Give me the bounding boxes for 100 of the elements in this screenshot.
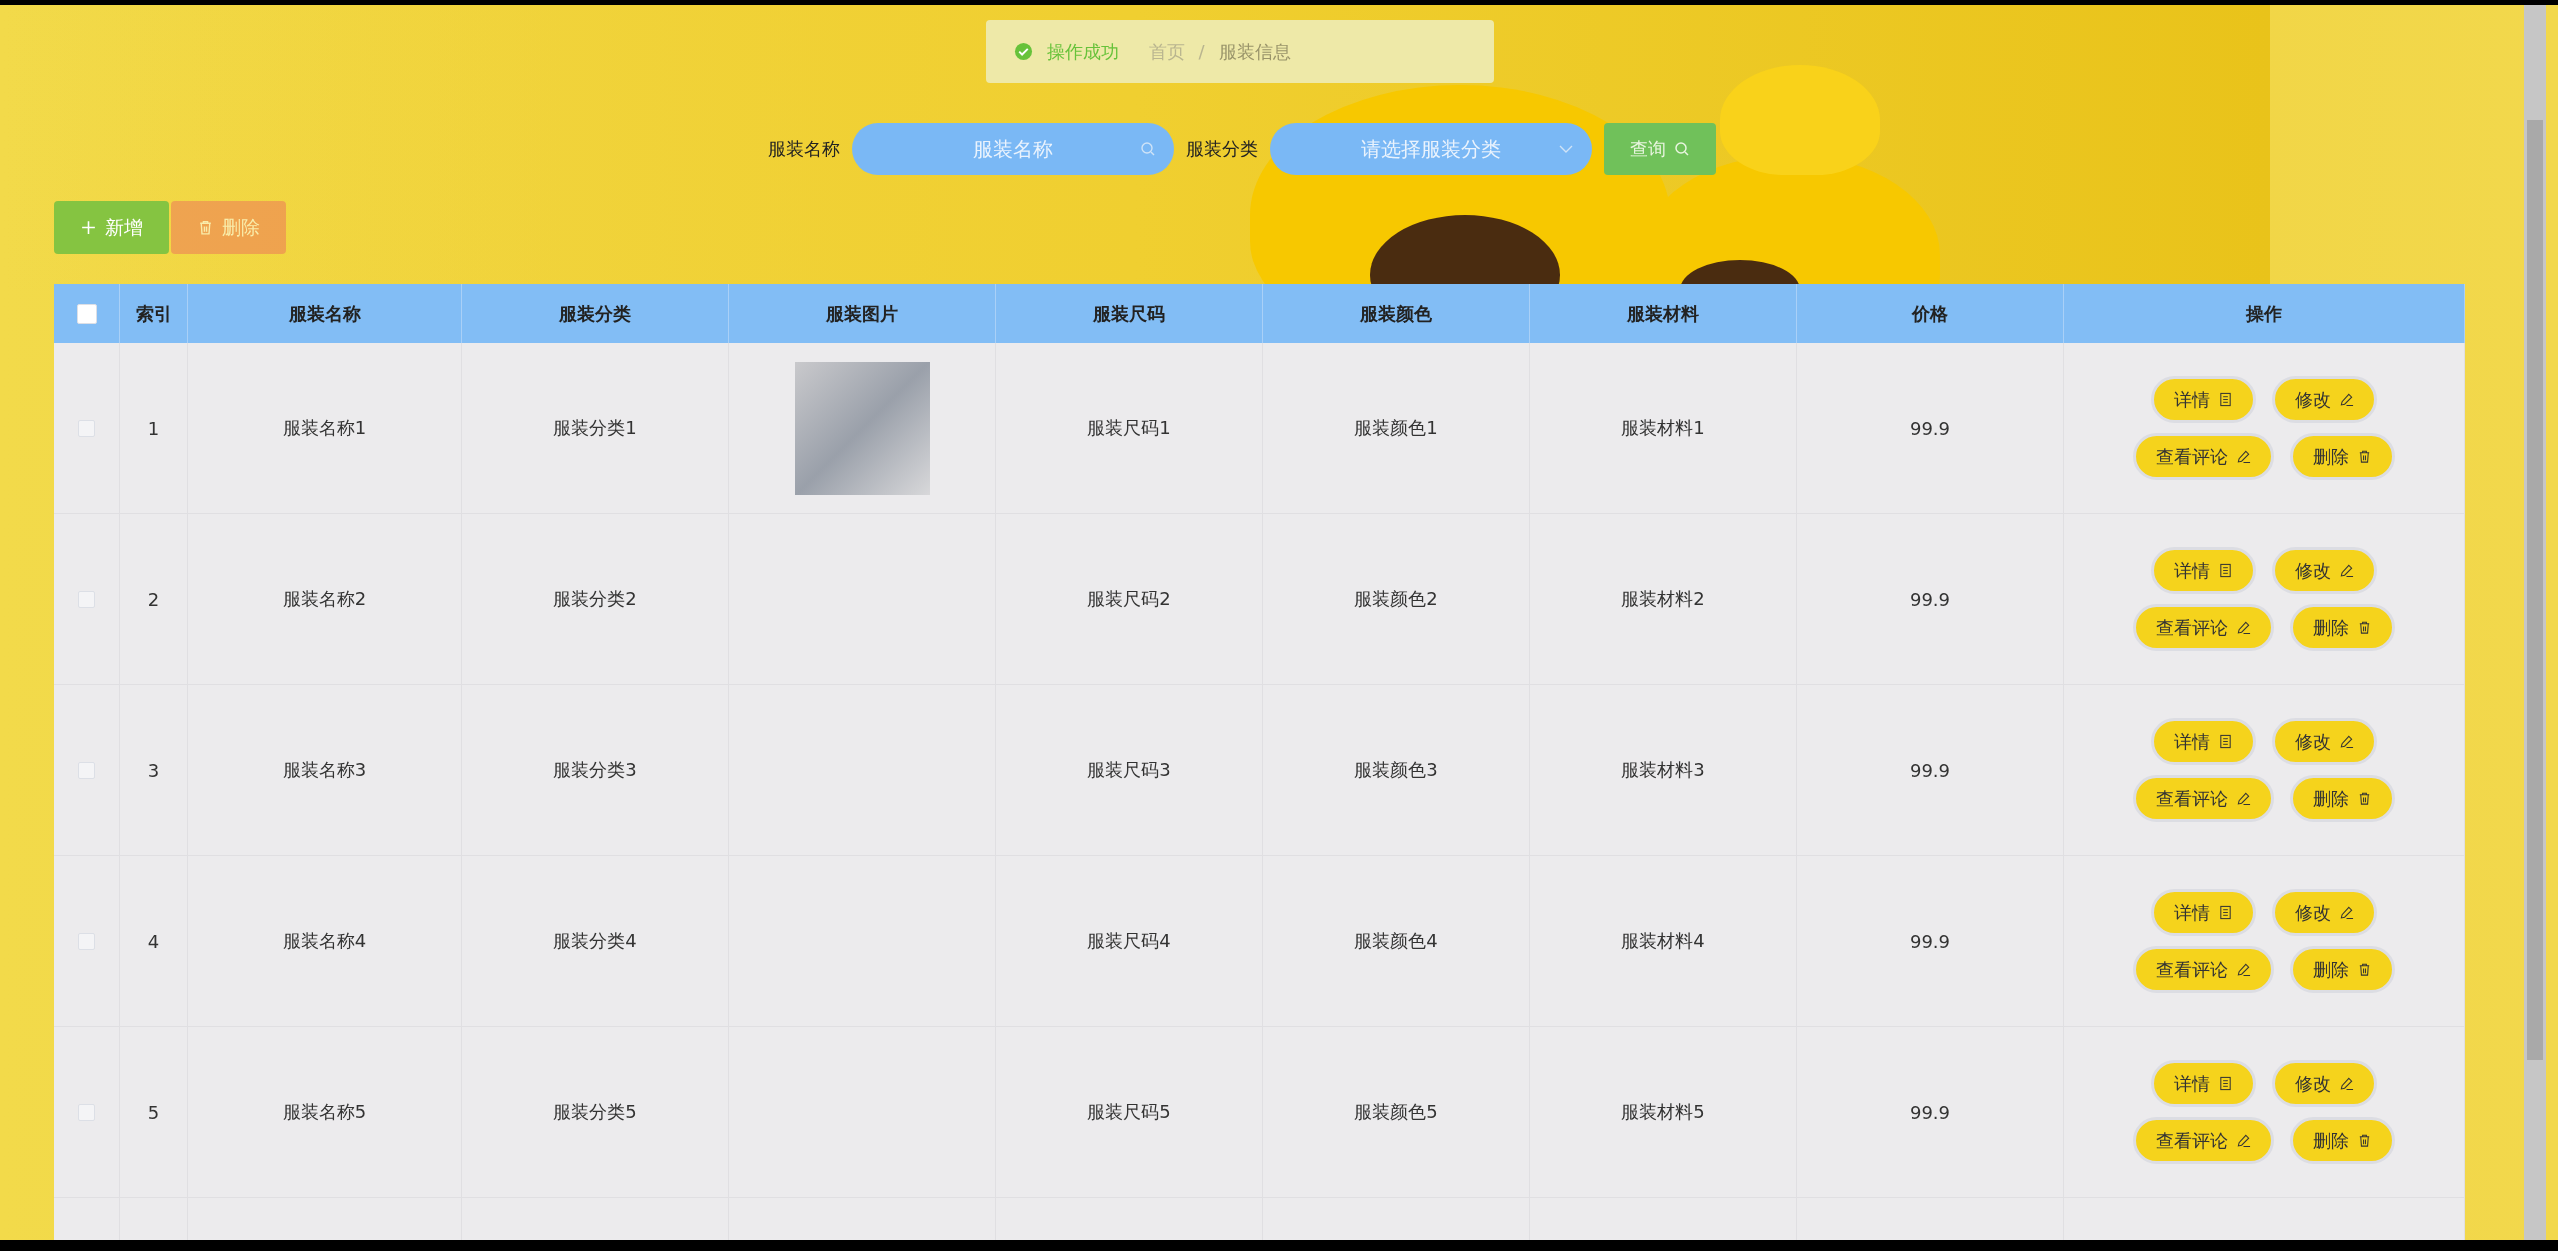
column-header: 服装尺码 <box>1093 301 1165 326</box>
column-header: 服装图片 <box>826 301 898 326</box>
trash-icon <box>2357 449 2372 464</box>
trash-icon <box>2357 791 2372 806</box>
table-cell: 服装名称2 <box>282 587 367 611</box>
table-cell: 99.9 <box>1909 759 1951 781</box>
table-cell: 服装名称5 <box>282 1100 367 1124</box>
column-header: 价格 <box>1912 301 1948 326</box>
row-checkbox[interactable] <box>78 419 95 437</box>
search-label: 服装名称 <box>768 137 840 161</box>
action-button[interactable]: 详情 <box>2151 376 2256 423</box>
table-cell: 服装尺码2 <box>1087 587 1171 611</box>
pencil-icon <box>2236 962 2251 977</box>
table-cell: 服装分类3 <box>553 758 637 782</box>
action-button[interactable]: 删除 <box>2290 433 2395 480</box>
plus-icon <box>80 219 97 236</box>
table-cell: 99.9 <box>1909 930 1951 952</box>
table-cell: 99.9 <box>1909 588 1951 610</box>
table-cell: 服装名称1 <box>282 416 367 440</box>
action-button[interactable]: 删除 <box>2290 604 2395 651</box>
table-cell: 服装材料1 <box>1621 416 1705 440</box>
toast-message: 操作成功 <box>1046 39 1119 64</box>
table-cell: 99.9 <box>1909 417 1951 439</box>
table-cell: 99.9 <box>1909 1101 1951 1123</box>
search-icon <box>1674 141 1690 157</box>
pencil-icon <box>2339 1076 2354 1091</box>
row-checkbox[interactable] <box>78 932 95 950</box>
column-header: 服装颜色 <box>1360 301 1432 326</box>
search-icon <box>1140 141 1156 157</box>
document-icon <box>2218 563 2233 578</box>
trash-icon <box>2357 620 2372 635</box>
table-cell: 服装颜色3 <box>1354 758 1438 782</box>
action-button[interactable]: 修改 <box>2272 889 2377 936</box>
action-button[interactable]: 详情 <box>2151 547 2256 594</box>
table-cell: 3 <box>147 759 160 781</box>
action-button[interactable]: 查看评论 <box>2133 946 2274 993</box>
action-button[interactable]: 查看评论 <box>2133 604 2274 651</box>
pencil-icon <box>2339 563 2354 578</box>
pencil-icon <box>2339 905 2354 920</box>
table-cell: 服装颜色5 <box>1354 1100 1438 1124</box>
table-cell: 服装尺码1 <box>1087 416 1171 440</box>
action-button[interactable]: 删除 <box>2290 775 2395 822</box>
document-icon <box>2218 734 2233 749</box>
column-header: 服装分类 <box>559 301 631 326</box>
action-button[interactable]: 修改 <box>2272 376 2377 423</box>
select-all-checkbox[interactable] <box>76 303 97 324</box>
category-select[interactable]: 请选择服装分类 <box>1270 123 1592 175</box>
action-button[interactable]: 删除 <box>2290 946 2395 993</box>
column-header: 服装名称 <box>288 301 361 326</box>
table-cell: 服装分类2 <box>553 587 637 611</box>
pencil-icon <box>2236 449 2251 464</box>
table-cell: 服装尺码3 <box>1087 758 1171 782</box>
table-cell: 4 <box>147 930 160 952</box>
table-cell: 服装尺码4 <box>1087 929 1171 953</box>
table-cell: 服装分类5 <box>553 1100 637 1124</box>
column-header: 服装材料 <box>1627 301 1699 326</box>
row-checkbox[interactable] <box>78 590 95 608</box>
pencil-icon <box>2339 392 2354 407</box>
pencil-icon <box>2339 734 2354 749</box>
table-cell: 5 <box>147 1101 160 1123</box>
table-cell: 服装材料3 <box>1621 758 1705 782</box>
breadcrumb-separator: / <box>1198 41 1205 62</box>
table-cell: 服装分类4 <box>553 929 637 953</box>
action-button[interactable]: 修改 <box>2272 1060 2377 1107</box>
row-checkbox[interactable] <box>78 1103 95 1121</box>
pencil-icon <box>2236 620 2251 635</box>
search-label: 服装分类 <box>1186 137 1258 161</box>
column-header: 操作 <box>2246 301 2282 326</box>
action-button[interactable]: 删除 <box>2290 1117 2395 1164</box>
table-cell: 2 <box>147 588 160 610</box>
scrollbar[interactable] <box>2524 5 2546 1240</box>
column-header: 索引 <box>135 301 172 326</box>
action-button[interactable]: 修改 <box>2272 547 2377 594</box>
table-cell: 服装颜色4 <box>1354 929 1438 953</box>
table-cell: 服装材料5 <box>1621 1100 1705 1124</box>
action-button[interactable]: 修改 <box>2272 718 2377 765</box>
pencil-icon <box>2236 1133 2251 1148</box>
action-button[interactable]: 查看评论 <box>2133 1117 2274 1164</box>
action-button[interactable]: 查看评论 <box>2133 775 2274 822</box>
trash-icon <box>197 219 214 236</box>
table-cell: 服装材料2 <box>1621 587 1705 611</box>
table-cell: 服装名称4 <box>282 929 367 953</box>
check-circle-icon <box>1013 42 1033 61</box>
table-cell: 1 <box>147 417 160 439</box>
table-cell: 服装尺码5 <box>1087 1100 1171 1124</box>
pencil-icon <box>2236 791 2251 806</box>
document-icon <box>2218 1076 2233 1091</box>
name-search-field[interactable]: 服装名称 <box>852 123 1174 175</box>
table-cell: 服装颜色1 <box>1354 416 1438 440</box>
table-cell: 服装名称3 <box>282 758 367 782</box>
document-icon <box>2218 905 2233 920</box>
table-cell: 服装材料4 <box>1621 929 1705 953</box>
row-checkbox[interactable] <box>78 761 95 779</box>
action-button[interactable]: 详情 <box>2151 718 2256 765</box>
action-button[interactable]: 详情 <box>2151 1060 2256 1107</box>
action-button[interactable]: 查看评论 <box>2133 433 2274 480</box>
table-cell: 服装分类1 <box>553 416 637 440</box>
action-button[interactable]: 详情 <box>2151 889 2256 936</box>
trash-icon <box>2357 1133 2372 1148</box>
trash-icon <box>2357 962 2372 977</box>
